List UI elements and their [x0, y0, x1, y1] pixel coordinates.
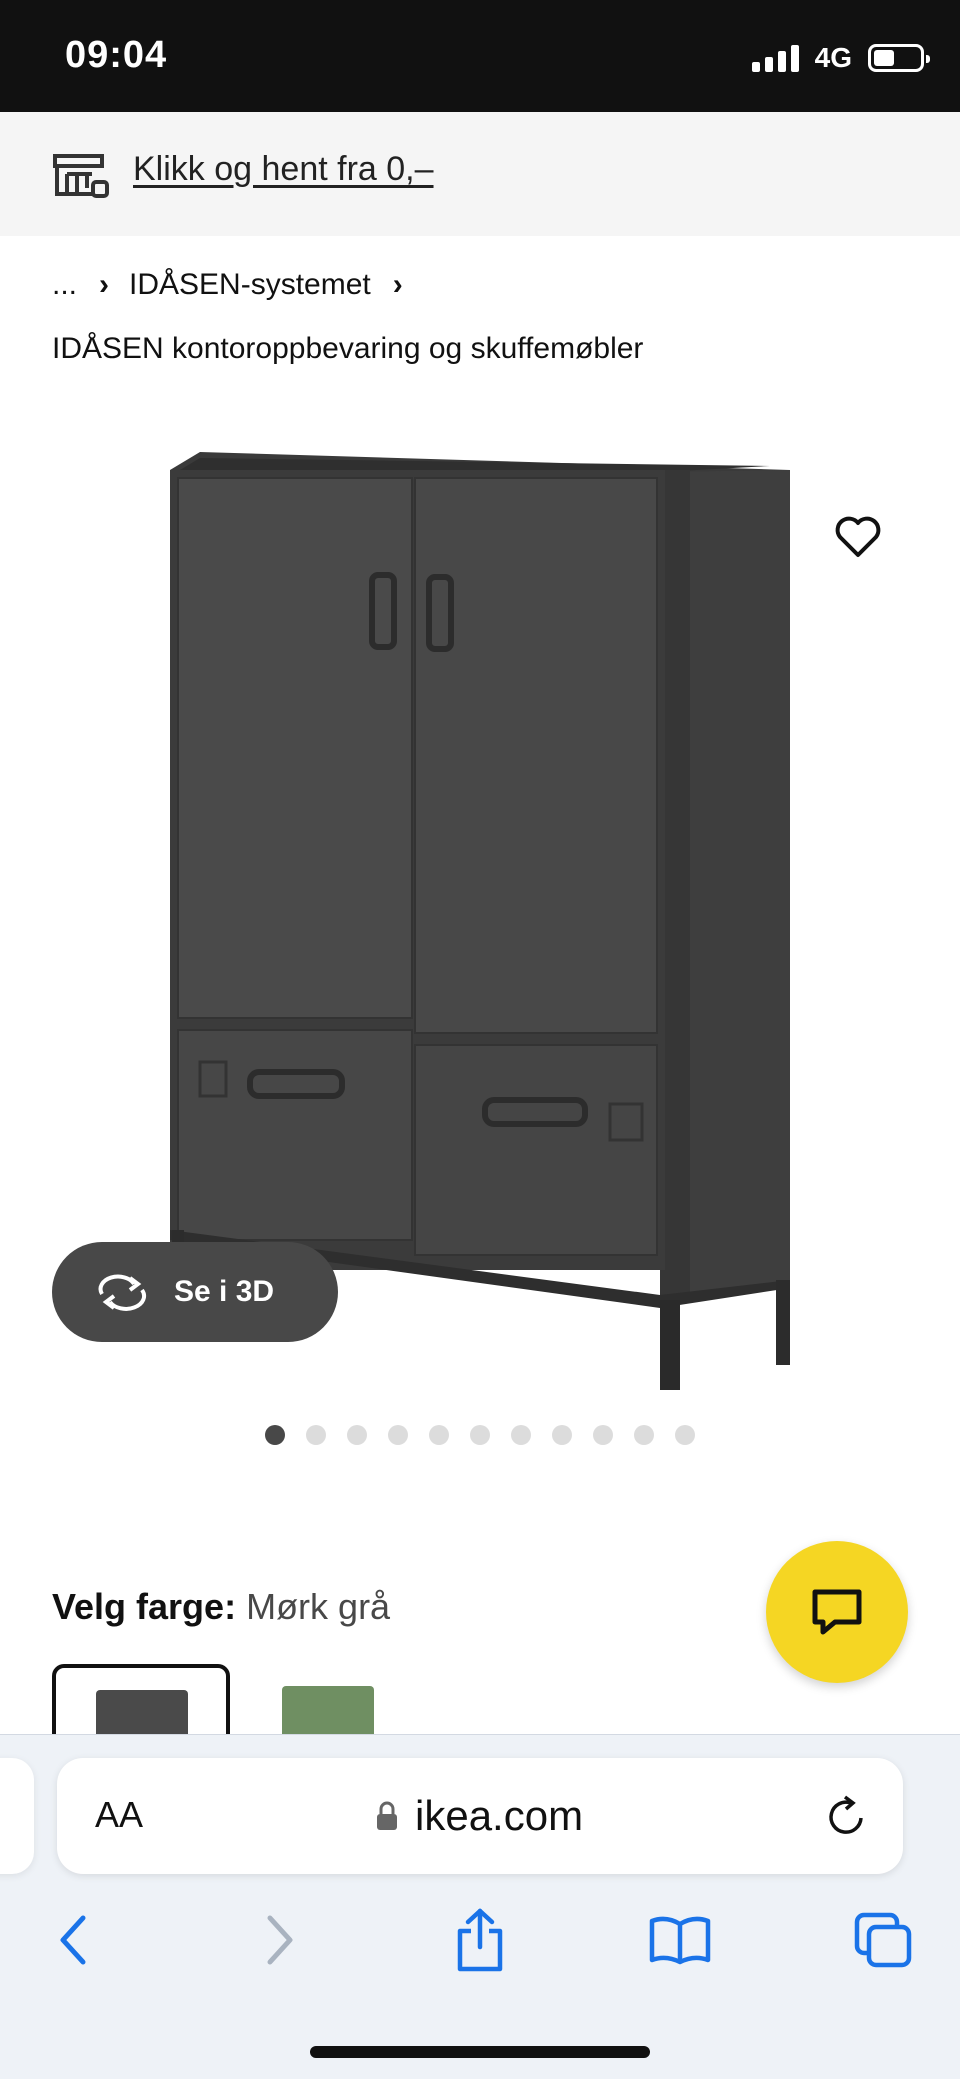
- selected-color-value: Mørk grå: [246, 1586, 391, 1627]
- carousel-dot[interactable]: [429, 1425, 449, 1445]
- url-text: ikea.com: [415, 1792, 584, 1839]
- heart-outline-icon: [835, 516, 881, 557]
- previous-tab-preview[interactable]: [0, 1758, 34, 1874]
- carousel-dot[interactable]: [593, 1425, 613, 1445]
- share-icon: [457, 1908, 503, 1972]
- breadcrumb: ... › IDÅSEN-systemet ›: [52, 268, 423, 302]
- carousel-dot[interactable]: [347, 1425, 367, 1445]
- click-collect-link[interactable]: Klikk og hent fra 0,–: [133, 150, 434, 189]
- forward-button[interactable]: [245, 1905, 315, 1975]
- signal-icon: [751, 44, 799, 72]
- bookmarks-button[interactable]: [645, 1905, 715, 1975]
- chevron-right-icon: [267, 1915, 293, 1965]
- share-button[interactable]: [445, 1905, 515, 1975]
- view-in-3d-label: Se i 3D: [174, 1275, 275, 1308]
- chevron-left-icon: [60, 1915, 86, 1965]
- click-collect-banner: Klikk og hent fra 0,–: [0, 112, 960, 236]
- carousel-dot[interactable]: [675, 1425, 695, 1445]
- swatch-thumbnail: [96, 1690, 188, 1734]
- breadcrumb-separator: ›: [392, 268, 403, 301]
- status-time: 09:04: [65, 34, 168, 76]
- reader-settings-button[interactable]: AA: [95, 1794, 143, 1836]
- reload-icon[interactable]: [823, 1794, 869, 1840]
- breadcrumb-item-idasen-system[interactable]: IDÅSEN-systemet: [129, 268, 371, 302]
- chat-bubble-icon: [812, 1589, 862, 1635]
- rotate-arrows-icon: [98, 1274, 147, 1311]
- color-swatch-row: [52, 1664, 960, 1734]
- book-icon: [649, 1916, 711, 1965]
- browser-bottom-bar: AA ikea.com: [0, 1734, 960, 2079]
- carousel-dot[interactable]: [470, 1425, 490, 1445]
- color-swatch-green[interactable]: [242, 1664, 420, 1734]
- color-selection-label: Velg farge: Mørk grå: [52, 1586, 390, 1628]
- network-label: 4G: [814, 42, 852, 73]
- breadcrumb-separator: ›: [99, 268, 110, 301]
- carousel-dot[interactable]: [265, 1425, 285, 1445]
- swatch-thumbnail: [282, 1686, 374, 1734]
- home-indicator: [310, 2046, 650, 2058]
- back-button[interactable]: [38, 1905, 108, 1975]
- carousel-dot[interactable]: [388, 1425, 408, 1445]
- tabs-button[interactable]: [848, 1905, 918, 1975]
- image-carousel-dots[interactable]: [265, 1425, 695, 1445]
- view-in-3d-button[interactable]: Se i 3D: [52, 1242, 338, 1342]
- chat-button[interactable]: [766, 1541, 908, 1683]
- status-indicators: 4G: [751, 42, 930, 74]
- browser-toolbar: [0, 1905, 960, 1995]
- color-label-heading: Velg farge:: [52, 1586, 237, 1627]
- favorite-button[interactable]: [826, 508, 890, 566]
- carousel-dot[interactable]: [306, 1425, 326, 1445]
- color-swatch-dark-grey[interactable]: [52, 1664, 230, 1734]
- tabs-icon: [854, 1912, 912, 1968]
- carousel-dot[interactable]: [634, 1425, 654, 1445]
- product-category[interactable]: IDÅSEN kontoroppbevaring og skuffemøbler: [52, 332, 643, 366]
- store-pickup-icon: [53, 154, 109, 198]
- carousel-dot[interactable]: [511, 1425, 531, 1445]
- breadcrumb-ellipsis[interactable]: ...: [52, 268, 77, 302]
- carousel-dot[interactable]: [552, 1425, 572, 1445]
- battery-icon: [868, 44, 930, 72]
- address-bar[interactable]: AA ikea.com: [57, 1758, 903, 1874]
- status-bar: 09:04 4G: [0, 0, 960, 112]
- lock-icon: [377, 1801, 397, 1830]
- url-display[interactable]: ikea.com: [375, 1792, 583, 1840]
